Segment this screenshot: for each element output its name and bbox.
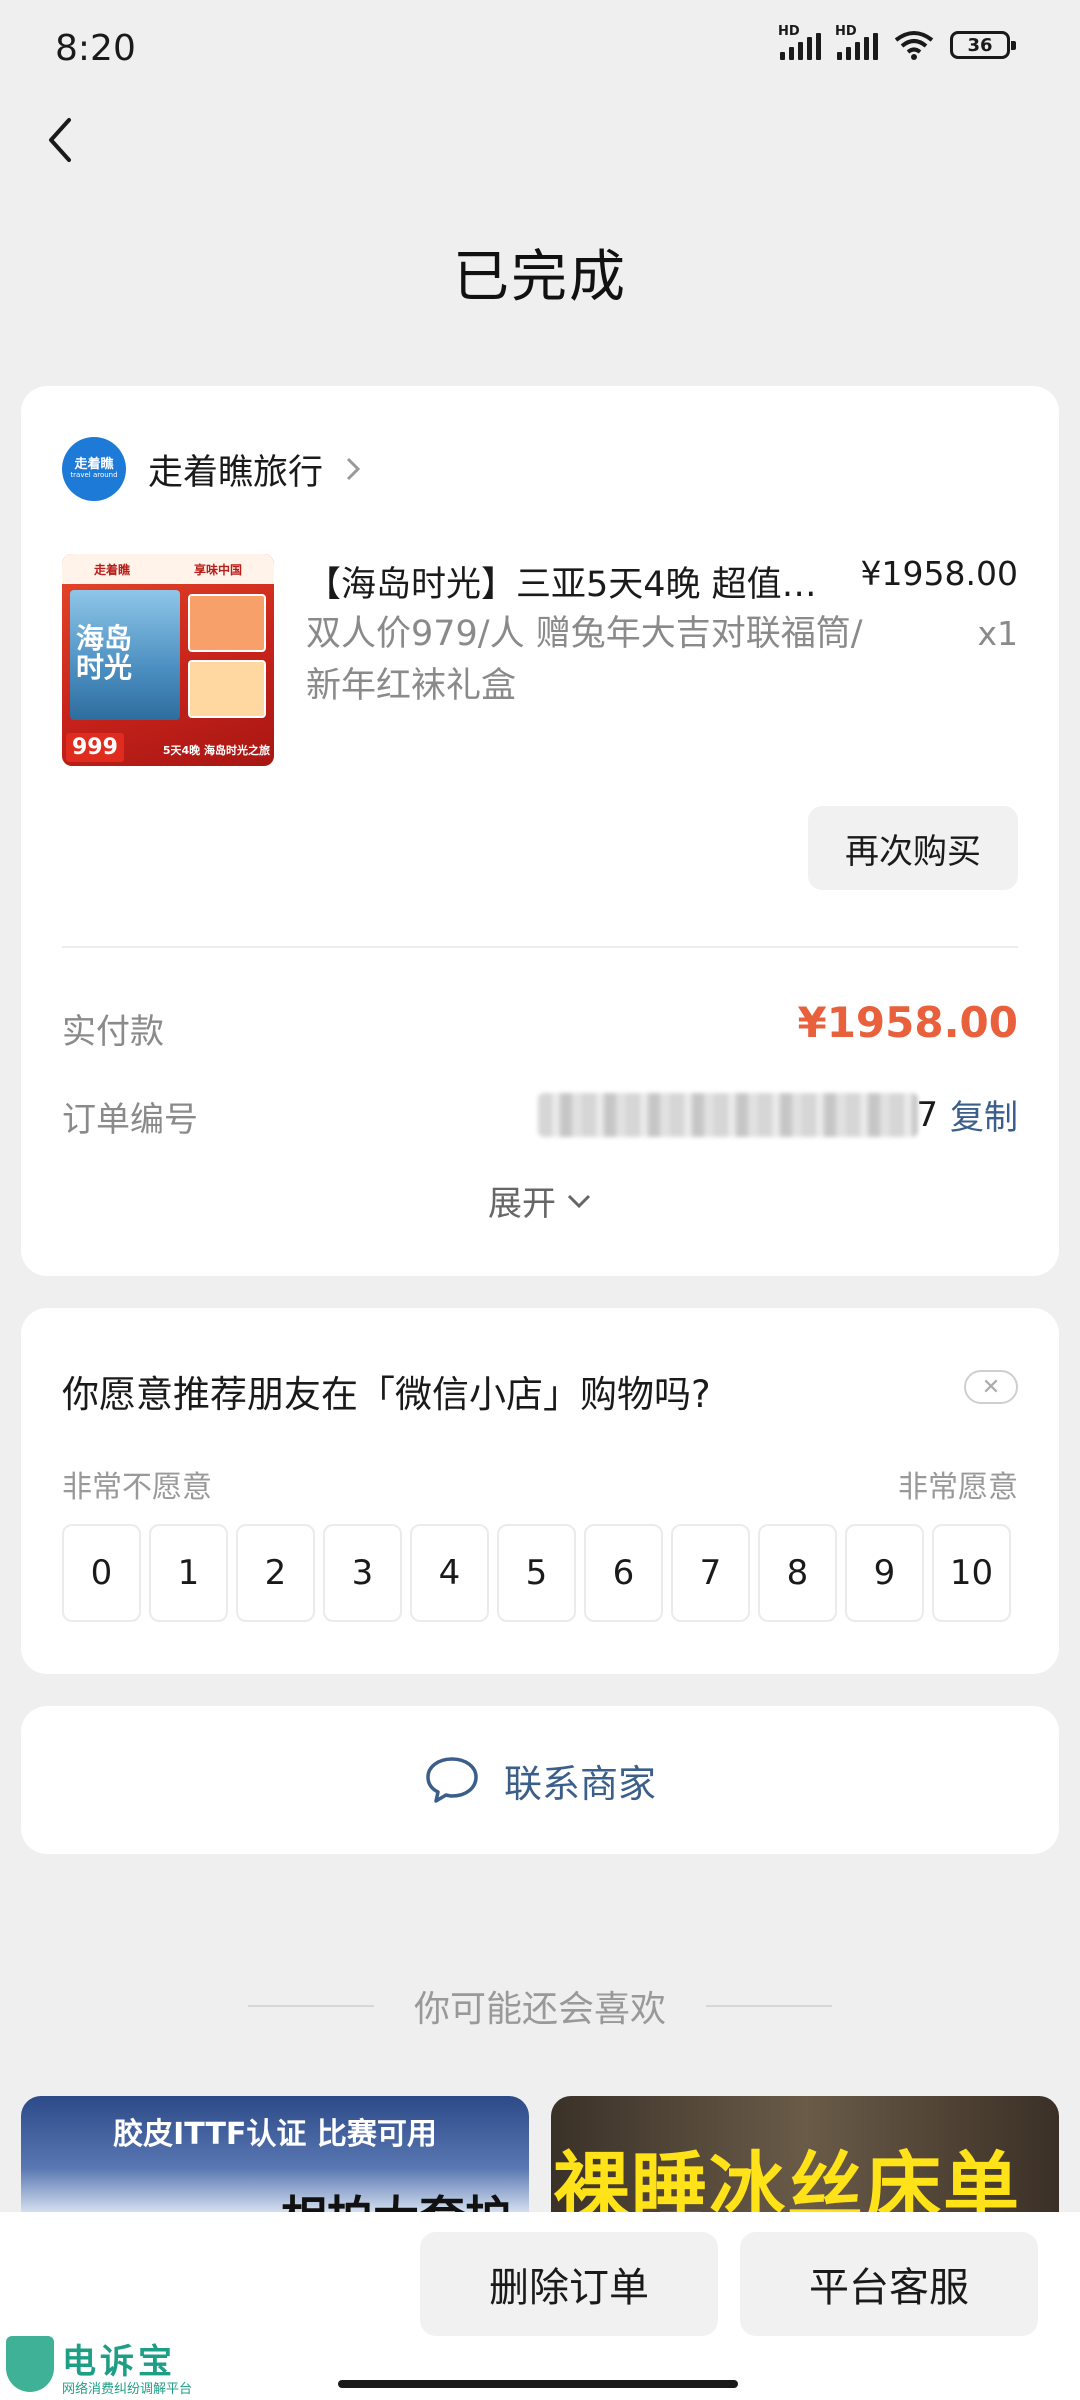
divider: [62, 946, 1018, 948]
copy-button[interactable]: 复制: [950, 1090, 1018, 1139]
contact-merchant-label: 联系商家: [503, 1761, 656, 1806]
hd-label: HD: [778, 24, 800, 39]
product-image-brand: 走着瞧: [93, 562, 130, 577]
survey-score-1[interactable]: 1: [149, 1524, 228, 1622]
survey-score-0[interactable]: 0: [62, 1524, 141, 1622]
chevron-right-icon: [345, 454, 375, 484]
recommend-title: 你可能还会喜欢: [413, 1989, 666, 2030]
shop-logo: 走着瞧 travel around: [62, 437, 126, 501]
signal-icon: HD: [778, 24, 821, 60]
product-image-banner: 走着瞧 享味中国: [62, 554, 274, 584]
survey-score-10[interactable]: 10: [932, 1524, 1011, 1622]
chevron-down-icon: [567, 1194, 591, 1208]
shop-logo-text: 走着瞧: [74, 457, 114, 472]
product-image-slogan: 享味中国: [193, 562, 242, 577]
home-indicator[interactable]: [338, 2380, 738, 2388]
wifi-icon: [894, 31, 934, 60]
rebuy-button[interactable]: 再次购买: [808, 806, 1018, 890]
order-number: 7 复制: [538, 1090, 1018, 1139]
product-image-card: [188, 594, 266, 652]
recommend-header: 你可能还会喜欢: [0, 1980, 1080, 2032]
survey-score-5[interactable]: 5: [497, 1524, 576, 1622]
delete-order-button[interactable]: 删除订单: [420, 2232, 718, 2336]
order-number-redacted: [538, 1092, 919, 1137]
order-number-tail: 7: [916, 1094, 938, 1135]
shop-logo-sub: travel around: [70, 471, 118, 480]
product-quantity: x1: [977, 614, 1018, 653]
page-title: 已完成: [453, 245, 627, 310]
survey-score-7[interactable]: 7: [671, 1524, 750, 1622]
signal-icon: HD: [835, 24, 878, 60]
survey-question: 你愿意推荐朋友在「微信小店」购物吗?: [62, 1373, 711, 1416]
expand-toggle[interactable]: 展开: [21, 1176, 1059, 1225]
survey-score-9[interactable]: 9: [845, 1524, 924, 1622]
survey-low-label: 非常不愿意: [62, 1470, 212, 1505]
back-arrow-icon: [49, 118, 71, 162]
product-image-title: 海岛时光: [76, 622, 133, 685]
paid-value: ¥1958.00: [797, 998, 1018, 1047]
battery-level: 36: [967, 34, 993, 56]
survey-score-6[interactable]: 6: [584, 1524, 663, 1622]
divider: [247, 2005, 374, 2007]
product-image-price: 999: [66, 733, 124, 762]
survey-close-button[interactable]: ✕: [964, 1370, 1018, 1404]
hd-label: HD: [835, 24, 857, 39]
product-title[interactable]: 【海岛时光】三亚5天4晚 超值…: [306, 556, 858, 607]
product-image[interactable]: 走着瞧 享味中国 海岛时光 999 5天4晚 海岛时光之旅: [62, 554, 274, 766]
recommend-item-badge: 胶皮ITTF认证 比赛可用: [113, 2117, 437, 2152]
battery-icon: 36: [950, 31, 1016, 59]
divider: [706, 2005, 832, 2007]
status-time: 8:20: [55, 28, 136, 69]
shop-name: 走着瞧旅行: [148, 452, 324, 493]
shield-icon: [6, 2336, 54, 2392]
order-card: 走着瞧 travel around 走着瞧旅行 走着瞧 享味中国 海岛时光 99…: [21, 386, 1059, 1276]
product-price: ¥1958.00: [860, 554, 1018, 593]
recommend-item[interactable]: 裸睡冰丝床单: [551, 2096, 1059, 2216]
back-button[interactable]: [30, 110, 90, 170]
platform-service-button[interactable]: 平台客服: [740, 2232, 1038, 2336]
contact-merchant-button[interactable]: 联系商家: [21, 1706, 1059, 1854]
survey-scale: 0 1 2 3 4 5 6 7 8 9 10: [62, 1524, 1011, 1622]
chat-bubble-icon: [426, 1757, 478, 1803]
survey-score-8[interactable]: 8: [758, 1524, 837, 1622]
watermark-logo: 电诉宝 网络消费纠纷调解平台: [0, 2330, 210, 2400]
expand-label: 展开: [488, 1184, 556, 1224]
order-number-label: 订单编号: [62, 1100, 198, 1140]
product-image-caption: 5天4晚 海岛时光之旅: [162, 744, 270, 757]
recommend-item-title: 相拍大套护: [281, 2182, 511, 2216]
paid-label: 实付款: [62, 1012, 164, 1052]
product-image-card: [188, 660, 266, 718]
status-icons: HD HD 36: [778, 24, 1016, 60]
survey-card: 你愿意推荐朋友在「微信小店」购物吗? ✕ 非常不愿意 非常愿意 0 1 2 3 …: [21, 1308, 1059, 1674]
watermark-sub: 网络消费纠纷调解平台: [62, 2382, 193, 2397]
survey-score-3[interactable]: 3: [323, 1524, 402, 1622]
shop-link[interactable]: 走着瞧 travel around 走着瞧旅行: [62, 437, 375, 501]
recommend-item-title: 裸睡冰丝床单: [553, 2143, 1021, 2216]
product-description: 双人价979/人 赠兔年大吉对联福筒/新年红袜礼盒: [306, 614, 863, 706]
close-icon: ✕: [981, 1374, 1001, 1400]
survey-score-4[interactable]: 4: [410, 1524, 489, 1622]
watermark-name: 电诉宝: [62, 2342, 176, 2382]
survey-high-label: 非常愿意: [898, 1470, 1018, 1505]
status-bar: 8:20 HD HD 36: [0, 0, 1080, 100]
recommend-item[interactable]: 胶皮ITTF认证 比赛可用 相拍大套护: [21, 2096, 529, 2216]
survey-score-2[interactable]: 2: [236, 1524, 315, 1622]
